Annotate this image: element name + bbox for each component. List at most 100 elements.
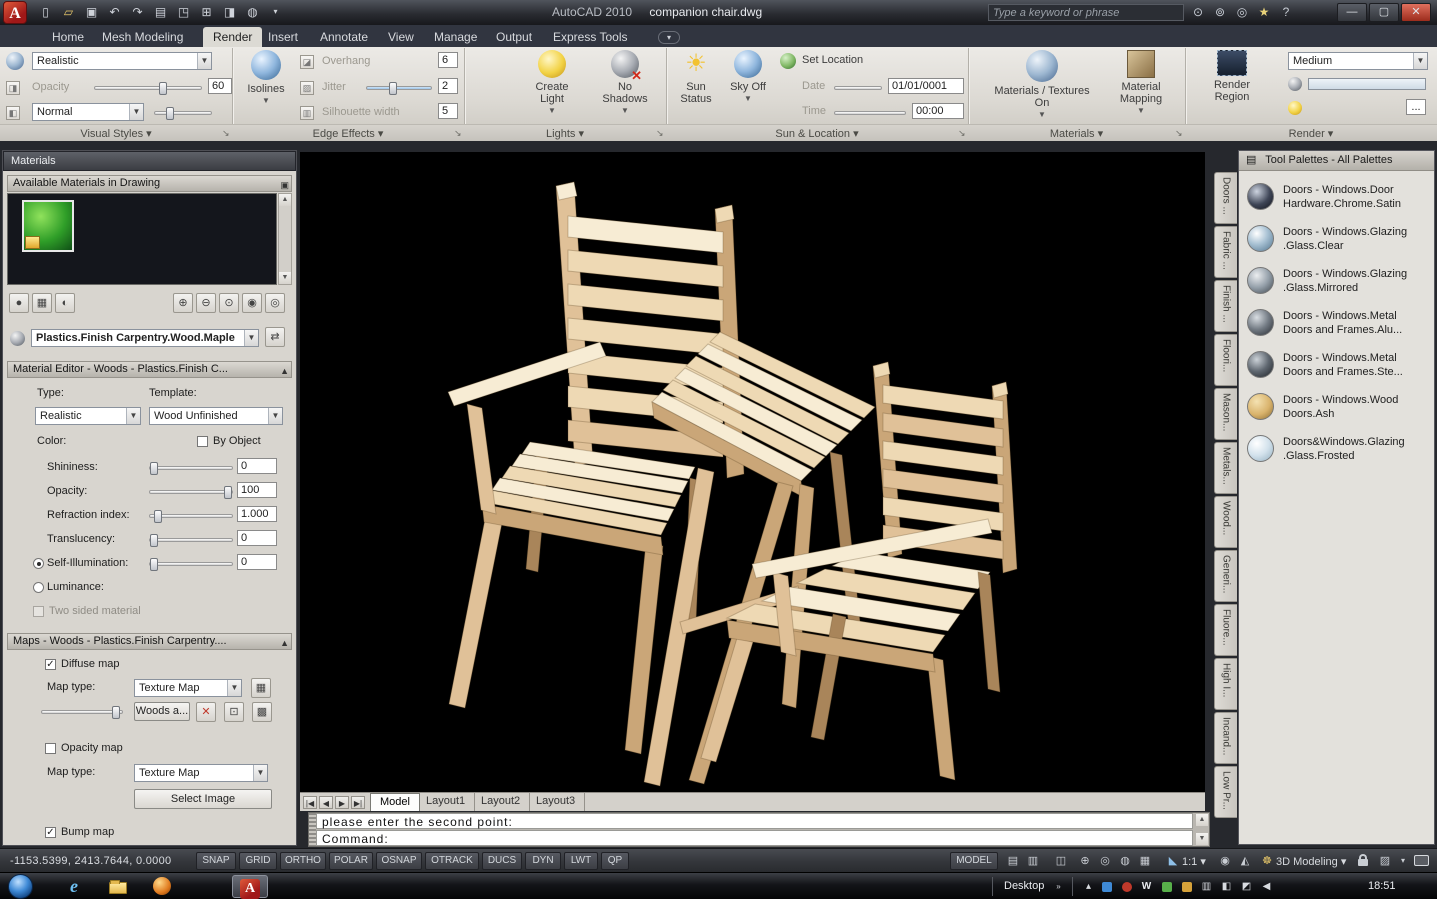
self-illumination-radio[interactable] [33,558,44,569]
luminance-radio[interactable] [33,582,44,593]
zoom-icon[interactable]: ◎ [1096,853,1114,869]
annotation-visibility-icon[interactable]: ◉ [1216,853,1234,869]
tile-texture-button[interactable]: ▩ [252,702,272,722]
last-tab-icon[interactable]: ▶| [351,796,365,809]
toggle-display-icon[interactable]: ▣ [280,178,289,191]
tab-insert[interactable]: Insert [258,27,308,47]
opacity-material-value[interactable]: 100 [237,482,277,498]
date-value[interactable]: 01/01/0001 [888,78,964,94]
palette-tab-finish[interactable]: Finish ... [1214,280,1237,332]
self-illumination-value[interactable]: 0 [237,554,277,570]
tab-layout3[interactable]: Layout3 [527,793,586,811]
workspace-gear-icon[interactable]: ☸ [1258,853,1276,869]
tab-annotate[interactable]: Annotate [310,27,378,47]
tray-flag-icon[interactable]: ◩ [1240,880,1253,893]
render-tool-icon[interactable]: ◍ [243,3,262,21]
palette-tab-high-intensity[interactable]: High I... [1214,658,1237,710]
tray-icon-1[interactable] [1102,882,1112,892]
panel-label-render[interactable]: Render ▾ [1185,127,1437,140]
panel-label-visual-styles[interactable]: Visual Styles ▾ [0,127,232,140]
annotation-scale-value[interactable]: 1:1 ▾ [1182,855,1206,868]
tab-manage[interactable]: Manage [424,27,487,47]
self-illumination-slider[interactable] [149,558,233,571]
tool-item-metal-ste[interactable]: Doors - Windows.Metal Doors and Frames.S… [1243,347,1431,389]
dialog-launcher-icon[interactable]: ↘ [454,128,462,139]
tray-network-icon[interactable]: ▥ [1200,880,1213,893]
workspace-switcher[interactable]: 3D Modeling ▾ [1276,855,1346,868]
command-scroll-down-icon[interactable]: ▼ [1196,833,1208,845]
annotation-scale-icon[interactable]: ◣ [1164,853,1182,869]
desktop-toolbar-label[interactable]: Desktop [1004,880,1044,892]
time-value[interactable]: 00:00 [912,103,964,119]
swap-material-button[interactable]: ⇄ [265,327,285,347]
jitter-slider[interactable] [366,82,432,95]
redo-icon[interactable]: ↷ [128,3,147,21]
preview-scrollbar[interactable]: ▲ ▼ [278,193,292,285]
tray-display-icon[interactable]: ◧ [1220,880,1233,893]
overhang-value[interactable]: 6 [438,52,458,68]
quick-view-layouts-icon[interactable]: ▥ [1024,853,1042,869]
palette-tab-masonry[interactable]: Mason... [1214,388,1237,440]
face-mode-slider[interactable] [154,107,212,120]
command-scroll-up-icon[interactable]: ▲ [1196,814,1208,826]
lwt-toggle[interactable]: LWT [564,852,598,870]
opacity-value[interactable]: 60 [208,78,232,94]
remove-texture-button[interactable]: ✕ [196,702,216,722]
translucency-value[interactable]: 0 [237,530,277,546]
layout-icon[interactable]: ▤ [1004,853,1022,869]
prev-tab-icon[interactable]: ◀ [319,796,333,809]
translucency-slider[interactable] [149,534,233,547]
sheet-set-icon[interactable]: ⊞ [197,3,216,21]
no-shadows-button[interactable]: ✕ No Shadows ▼ [594,50,656,117]
status-menu-icon[interactable]: ▾ [1394,853,1412,869]
app-logo[interactable]: A [3,1,27,24]
osnap-toggle[interactable]: OSNAP [376,852,422,870]
taskbar-autocad-icon[interactable]: A [232,875,268,899]
maps-section-header[interactable]: Maps - Woods - Plastics.Finish Carpentry… [7,633,292,650]
tab-view[interactable]: View [378,27,424,47]
undo-icon[interactable]: ↶ [105,3,124,21]
material-editor-header[interactable]: Material Editor - Woods - Plastics.Finis… [7,361,292,378]
palette-tab-incandescent[interactable]: Incand... [1214,712,1237,764]
by-object-checkbox[interactable] [197,436,208,447]
palette-tab-doors[interactable]: Doors ... [1214,172,1237,224]
silhouette-width-value[interactable]: 5 [438,103,458,119]
scroll-up-icon[interactable]: ▲ [279,194,291,206]
plot-icon[interactable]: ▤ [151,3,170,21]
select-image-button[interactable]: Select Image [134,789,272,809]
palette-tab-fluorescent[interactable]: Fluore... [1214,604,1237,656]
clock[interactable]: 18:51 [1368,880,1396,892]
render-quality-select[interactable]: Medium ▼ [1288,52,1428,70]
scroll-down-icon[interactable]: ▼ [279,272,291,284]
jitter-toggle-icon[interactable]: ▨ [300,81,314,95]
next-tab-icon[interactable]: ▶ [335,796,349,809]
auto-annotation-icon[interactable]: ◭ [1236,853,1254,869]
steering-wheel-icon[interactable]: ◍ [1116,853,1134,869]
opacity-map-type-select[interactable]: Texture Map ▼ [134,764,268,782]
indicate-material-button[interactable]: ⊙ [219,293,239,313]
command-history-line[interactable]: please enter the second point: [316,813,1193,829]
dialog-launcher-icon[interactable]: ↘ [1175,128,1183,139]
available-materials-header[interactable]: Available Materials in Drawing ▣ [7,175,292,192]
tab-output[interactable]: Output [486,27,542,47]
tab-home[interactable]: Home [42,27,94,47]
tray-icon-3[interactable]: W [1140,880,1153,893]
date-slider[interactable] [834,86,882,90]
tool-item-glass-clear[interactable]: Doors - Windows.Glazing .Glass.Clear [1243,221,1431,263]
dialog-launcher-icon[interactable]: ↘ [958,128,966,139]
performance-icon[interactable]: ▨ [1376,853,1394,869]
refraction-value[interactable]: 1.000 [237,506,277,522]
face-color-mode-icon[interactable]: ◧ [6,106,20,120]
material-template-select[interactable]: Wood Unfinished ▼ [149,407,283,425]
sun-status-button[interactable]: ☀ Sun Status [672,50,720,105]
command-line-grip[interactable] [309,813,316,846]
tab-layout1[interactable]: Layout1 [417,793,476,811]
infocenter-search-input[interactable] [988,4,1184,21]
material-mapping-button[interactable]: Material Mapping ▼ [1106,50,1176,117]
maximize-button[interactable]: ▢ [1369,3,1399,22]
tool-item-chrome-satin[interactable]: Doors - Windows.Door Hardware.Chrome.Sat… [1243,179,1431,221]
preview-geometry-button[interactable]: ● [9,293,29,313]
shininess-slider[interactable] [149,462,233,475]
isolines-button[interactable]: Isolines ▼ [240,50,292,107]
start-button[interactable] [8,874,33,899]
